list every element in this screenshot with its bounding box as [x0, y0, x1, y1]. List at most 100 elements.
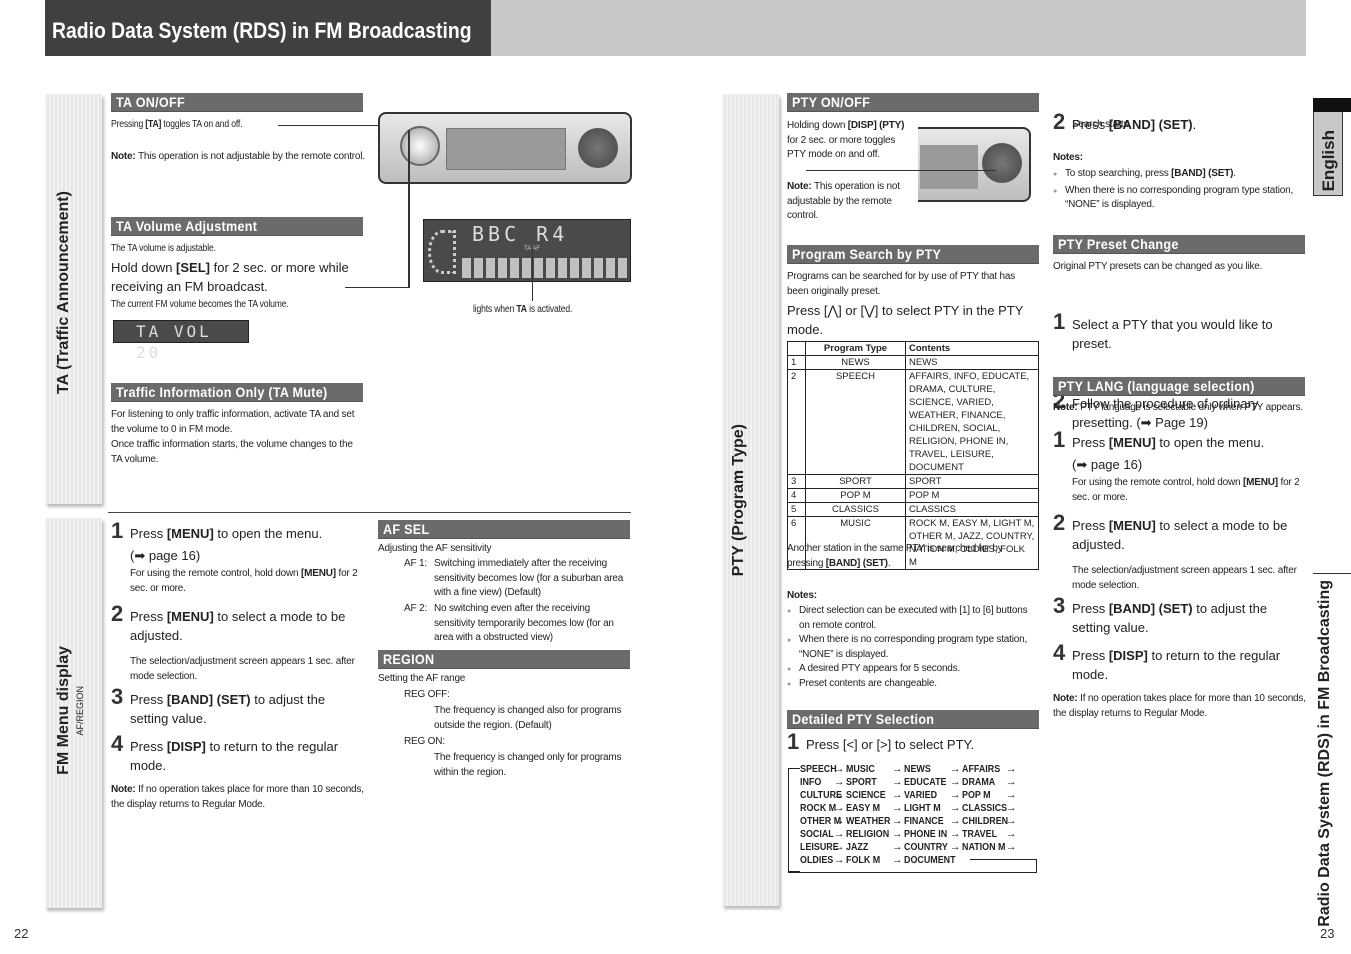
pty-cycle-item: JAZZ [846, 841, 869, 853]
cycle-loop-right [1036, 859, 1037, 873]
pty-contents: POP M [905, 488, 1039, 503]
navigation-pad-icon [578, 128, 618, 168]
reg-on-label: REG ON: [404, 736, 445, 747]
pty-cycle-item: NATION M [962, 841, 1006, 853]
arrow-right-icon: → [892, 763, 903, 775]
pty-cycle-item: LEISURE [800, 841, 839, 853]
ta-mute-p1: For listening to only traffic informatio… [111, 409, 355, 435]
pty-cycle-item: FINANCE [904, 815, 944, 827]
callout-line-ta [532, 246, 533, 301]
arrow-right-icon: → [950, 763, 961, 775]
pty-cycle-item: INFO [800, 776, 822, 788]
pty-table-row: 1 NEWS NEWS [787, 355, 1039, 370]
side-tab-fm-menu-label: FM Menu display [55, 646, 72, 775]
pty-program-type: CLASSICS [805, 502, 906, 517]
pty-cycle-item: NEWS [904, 763, 931, 775]
side-tab-fm-menu: FM Menu display AF/REGION [45, 518, 102, 908]
fm-step-3: 3 Press [BAND] (SET) to adjust the setti… [111, 684, 326, 727]
section-heading-ta-volume: TA Volume Adjustment [111, 217, 363, 236]
pty-cycle-item: RELIGION [846, 828, 890, 840]
program-search-after: Another station in the same PTY is searc… [787, 543, 1003, 569]
arrow-right-icon: → [1006, 776, 1017, 788]
lcd-spectrum-bars [462, 258, 628, 278]
ta-mute-p2: Once traffic information starts, the vol… [111, 439, 353, 465]
program-search-intro: Programs can be searched for by use of P… [787, 271, 1016, 297]
cycle-loop-line [788, 768, 800, 872]
page-title: Radio Data System (RDS) in FM Broadcasti… [52, 18, 472, 43]
pty-on-off-text: Holding down [DISP] (PTY) for 2 sec. or … [787, 120, 905, 160]
title-bar-extension [491, 0, 1306, 56]
pty-cycle-row: INFO → SPORT → EDUCATE → DRAMA → [800, 776, 1018, 789]
pty-cycle-diagram: SPEECH → MUSIC → NEWS → AFFAIRS → INFO → SPORT → EDU… [800, 763, 1018, 867]
arrow-right-icon: → [834, 854, 845, 866]
ta-indicator-caption: lights when TA is activated. [473, 304, 573, 315]
callout-line-sel [408, 130, 410, 288]
pty-cycle-row: SOCIAL → RELIGION → PHONE IN → TRAVEL → [800, 828, 1018, 841]
note-item: When there is no corresponding program t… [1053, 184, 1308, 213]
pty-program-type: SPEECH [805, 369, 906, 475]
pty-cycle-item: OLDIES [800, 854, 834, 866]
arrow-right-icon: → [950, 828, 961, 840]
arrow-right-icon: → [1006, 789, 1017, 801]
page-number-left: 22 [14, 926, 29, 941]
pty-contents: AFFAIRS, INFO, EDUCATE, DRAMA, CULTURE, … [905, 369, 1039, 475]
head-unit-display [920, 145, 978, 189]
head-unit-illustration-partial [918, 127, 1031, 202]
pty-cycle-item: OTHER M [800, 815, 842, 827]
pty-cycle-item: CULTURE [800, 789, 842, 801]
note-item: A desired PTY appears for 5 seconds. [787, 662, 1039, 677]
af2-text: No switching even after the receiving se… [434, 603, 614, 643]
side-tab-pty: PTY (Program Type) [722, 94, 779, 906]
arrow-right-icon: → [950, 789, 961, 801]
callout-line-disp [806, 170, 996, 171]
fm-step-4: 4 Press [DISP] to return to the regular … [111, 731, 339, 774]
side-tab-ta-label: TA (Traffic Announcement) [55, 191, 72, 394]
vertical-title-rule [1313, 573, 1351, 574]
ta-volume-instruction: Hold down [SEL] for 2 sec. or more while… [111, 260, 349, 294]
language-tab-label: English [1319, 130, 1338, 192]
pty-cycle-row: OTHER M → WEATHER → FINANCE → CHILDREN → [800, 815, 1018, 828]
pty-cycle-item: DRAMA [962, 776, 996, 788]
fm-step-1-note: For using the remote control, hold down … [130, 568, 358, 594]
head-unit-display [446, 128, 566, 170]
pty-cycle-item: LIGHT M [904, 802, 941, 814]
pty-cycle-item: ROCK M [800, 802, 837, 814]
ta-volume-result: The current FM volume becomes the TA vol… [111, 299, 289, 310]
pty-row-number: 1 [787, 355, 806, 370]
lcd-display-illustration: BBC R4 TA AF [423, 219, 631, 282]
arrow-right-icon: → [892, 841, 903, 853]
fm-step-2: 2 Press [MENU] to select a mode to be ad… [111, 603, 366, 684]
region-intro: Setting the AF range [378, 673, 466, 684]
detailed-step-1: 1 Press [<] or [>] to select PTY. [787, 729, 975, 754]
head-unit-illustration [378, 112, 632, 184]
section-heading-region: REGION [378, 650, 630, 669]
lang-step-1-note: For using the remote control, hold down … [1072, 477, 1300, 503]
pty-cycle-item: DOCUMENT [904, 854, 956, 866]
pty-program-type: POP M [805, 488, 906, 503]
pty-cycle-item: SPEECH [800, 763, 837, 775]
pty-cycle-item: SOCIAL [800, 828, 834, 840]
pty-cycle-row: OLDIES → FOLK M → DOCUMENT [800, 854, 1018, 867]
arrow-right-icon: → [950, 815, 961, 827]
pty-cycle-row: LEISURE → JAZZ → COUNTRY → NATION M → [800, 841, 1018, 854]
pty-contents: NEWS [905, 355, 1039, 370]
reg-on-text: The frequency is changed only for progra… [434, 752, 622, 778]
search-notes: To stop searching, press [BAND] (SET). W… [1053, 167, 1308, 213]
pty-lang-note: Note: PTY language is selectable only wh… [1053, 402, 1303, 413]
arrow-right-icon: → [892, 815, 903, 827]
notes-label: Notes: [1053, 152, 1083, 163]
lang-step-2: 2 Press [MENU] to select a mode to be ad… [1053, 512, 1308, 593]
pty-lang-steps: 1 Press [MENU] to open the menu. (➡ page… [1053, 429, 1308, 721]
pty-row-number: 3 [787, 474, 806, 489]
note-item: To stop searching, press [BAND] (SET). [1053, 167, 1308, 182]
pty-cycle-row: ROCK M → EASY M → LIGHT M → CLASSICS → [800, 802, 1018, 815]
pty-cycle-item: EASY M [846, 802, 881, 814]
notes-label: Notes: [787, 590, 817, 601]
arrow-right-icon: → [1006, 841, 1017, 853]
af-sel-intro: Adjusting the AF sensitivity [378, 543, 492, 554]
pty-table-row: 2 SPEECH AFFAIRS, INFO, EDUCATE, DRAMA, CU… [787, 369, 1039, 475]
pty-table-row: 3 SPORT SPORT [787, 474, 1039, 489]
preset-step-1: 1 Select a PTY that you would like to pre… [1053, 309, 1273, 352]
pty-cycle-item: TRAVEL [962, 828, 998, 840]
lcd-dial-icon [428, 230, 456, 274]
